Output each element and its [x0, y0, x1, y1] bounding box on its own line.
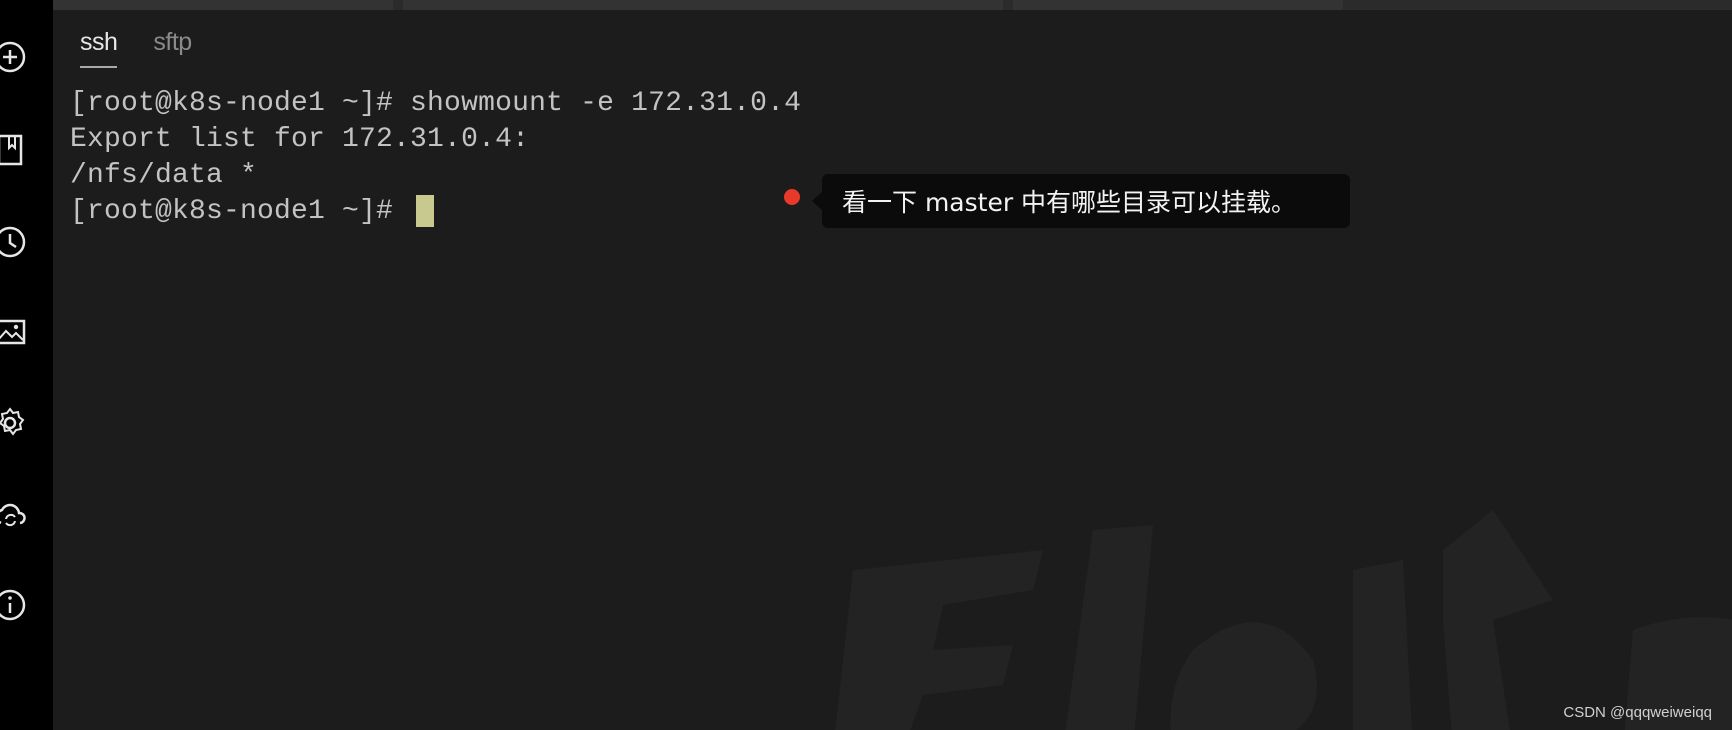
terminal-output[interactable]: [root@k8s-node1 ~]# showmount -e 172.31.… [70, 86, 1712, 646]
tab-bar: ssh sftp [80, 28, 192, 68]
terminal-prompt: [root@k8s-node1 ~]# [70, 196, 411, 227]
terminal-pane: ssh sftp [root@k8s-node1 ~]# showmount -… [53, 0, 1732, 730]
add-icon[interactable] [0, 33, 34, 81]
terminal-line: [root@k8s-node1 ~]# showmount -e 172.31.… [70, 88, 802, 119]
top-bar [53, 0, 1732, 10]
history-icon[interactable] [0, 218, 34, 266]
info-icon[interactable] [0, 581, 34, 629]
terminal-line: Export list for 172.31.0.4: [70, 124, 530, 155]
image-icon[interactable] [0, 308, 34, 356]
tab-sftp[interactable]: sftp [153, 28, 192, 57]
annotation-dot [784, 189, 800, 205]
watermark: CSDN @qqqweiweiqq [1563, 704, 1712, 721]
sidebar [0, 0, 53, 730]
notebook-icon[interactable] [0, 126, 34, 174]
cloud-sync-icon[interactable] [0, 491, 34, 539]
tab-ssh[interactable]: ssh [80, 28, 118, 68]
terminal-cursor [416, 194, 435, 227]
settings-icon[interactable] [0, 399, 34, 447]
annotation-text: 看一下 master 中有哪些目录可以挂载。 [842, 188, 1297, 217]
annotation-bubble: 看一下 master 中有哪些目录可以挂载。 [812, 174, 1350, 228]
